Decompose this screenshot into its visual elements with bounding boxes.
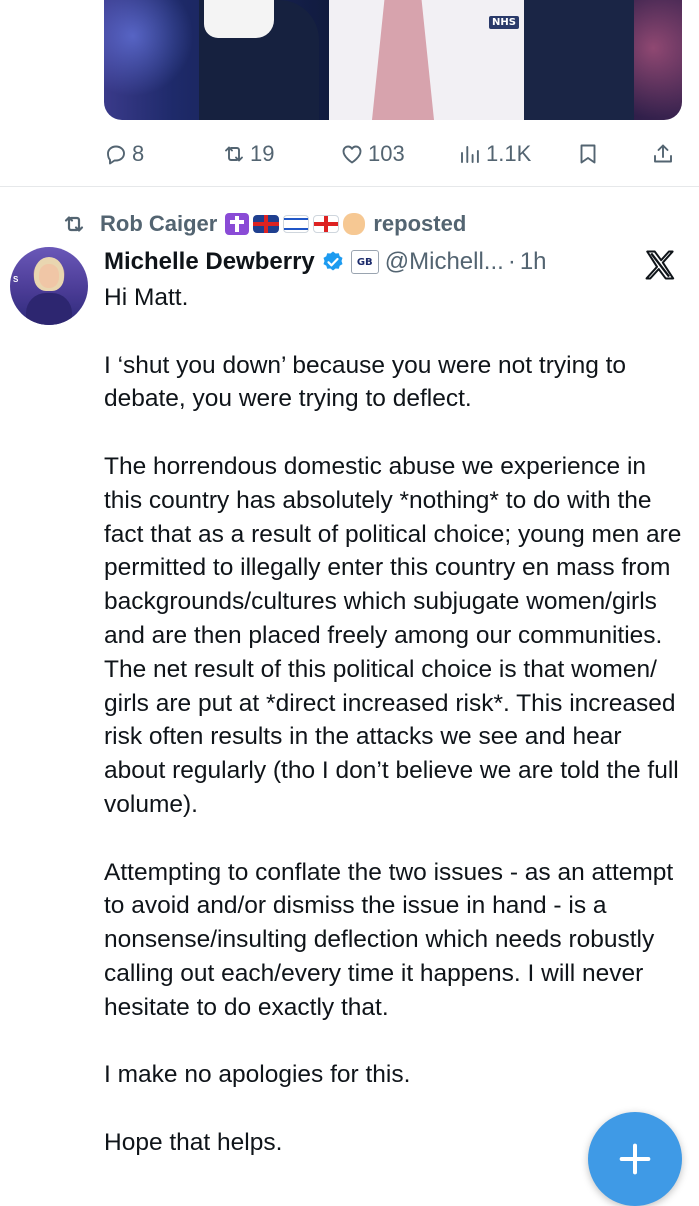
share-button[interactable] <box>651 138 675 170</box>
latin-cross-icon <box>225 213 250 235</box>
reposter-emojis <box>225 213 366 235</box>
israel-flag-icon <box>283 215 310 233</box>
media-shirt-cuff <box>204 0 274 38</box>
post-paragraph: I ‘shut you down’ because you were not t… <box>104 351 627 413</box>
plus-icon <box>619 1143 651 1175</box>
views-button[interactable]: 1.1K <box>458 138 531 170</box>
avatar-body <box>26 293 72 325</box>
reply-icon <box>107 145 125 165</box>
bookmark-icon <box>580 144 596 164</box>
tweet-actions: 8 19 103 1.1K <box>104 138 682 170</box>
post-paragraph: Hi Matt. <box>104 284 189 311</box>
post-time[interactable]: 1h <box>520 248 547 276</box>
affiliate-badge-gbnews[interactable]: GB <box>350 250 379 274</box>
tweet-media-image[interactable]: NHS <box>104 0 682 120</box>
bookmark-button[interactable] <box>576 138 600 170</box>
repost-attribution[interactable]: Rob Caiger reposted <box>62 208 466 240</box>
author-handle[interactable]: @Michell... <box>385 248 504 276</box>
media-suit-right <box>524 0 634 120</box>
media-badge: NHS <box>489 16 519 29</box>
views-chart-icon <box>461 146 479 163</box>
tweet-divider <box>0 186 699 187</box>
like-count: 103 <box>368 141 405 166</box>
view-count: 1.1K <box>486 141 532 166</box>
author-line: Michelle Dewberry GB @Michell... · 1h <box>104 244 547 280</box>
post-paragraph: Attempting to conflate the two issues - … <box>104 858 674 1021</box>
raised-fist-icon <box>343 213 366 235</box>
avatar-face <box>39 264 59 288</box>
reposter-name: Rob Caiger <box>100 211 218 236</box>
post-body: Hi Matt. I ‘shut you down’ because you w… <box>104 281 684 1160</box>
heart-icon <box>342 145 362 164</box>
repost-icon <box>64 216 84 232</box>
x-logo-icon <box>645 250 675 280</box>
time-separator: · <box>507 248 516 275</box>
share-icon <box>654 144 672 163</box>
england-flag-icon <box>313 215 340 233</box>
reposted-label: reposted <box>373 211 467 236</box>
reply-button[interactable]: 8 <box>104 138 144 170</box>
compose-button[interactable] <box>588 1112 682 1206</box>
repost-button[interactable]: 19 <box>222 138 274 170</box>
uk-flag-icon <box>253 215 280 233</box>
like-button[interactable]: 103 <box>340 138 405 170</box>
avatar-tag: S <box>13 275 19 284</box>
post-paragraph: The horrendous domestic abuse we experie… <box>104 452 682 818</box>
post-paragraph: I make no apologies for this. <box>104 1061 411 1089</box>
repost-icon <box>225 146 243 162</box>
reply-count: 8 <box>132 141 145 166</box>
verified-badge-icon <box>323 251 343 271</box>
author-name[interactable]: Michelle Dewberry <box>104 248 315 276</box>
avatar[interactable]: S <box>10 247 88 325</box>
repost-count: 19 <box>250 141 275 166</box>
